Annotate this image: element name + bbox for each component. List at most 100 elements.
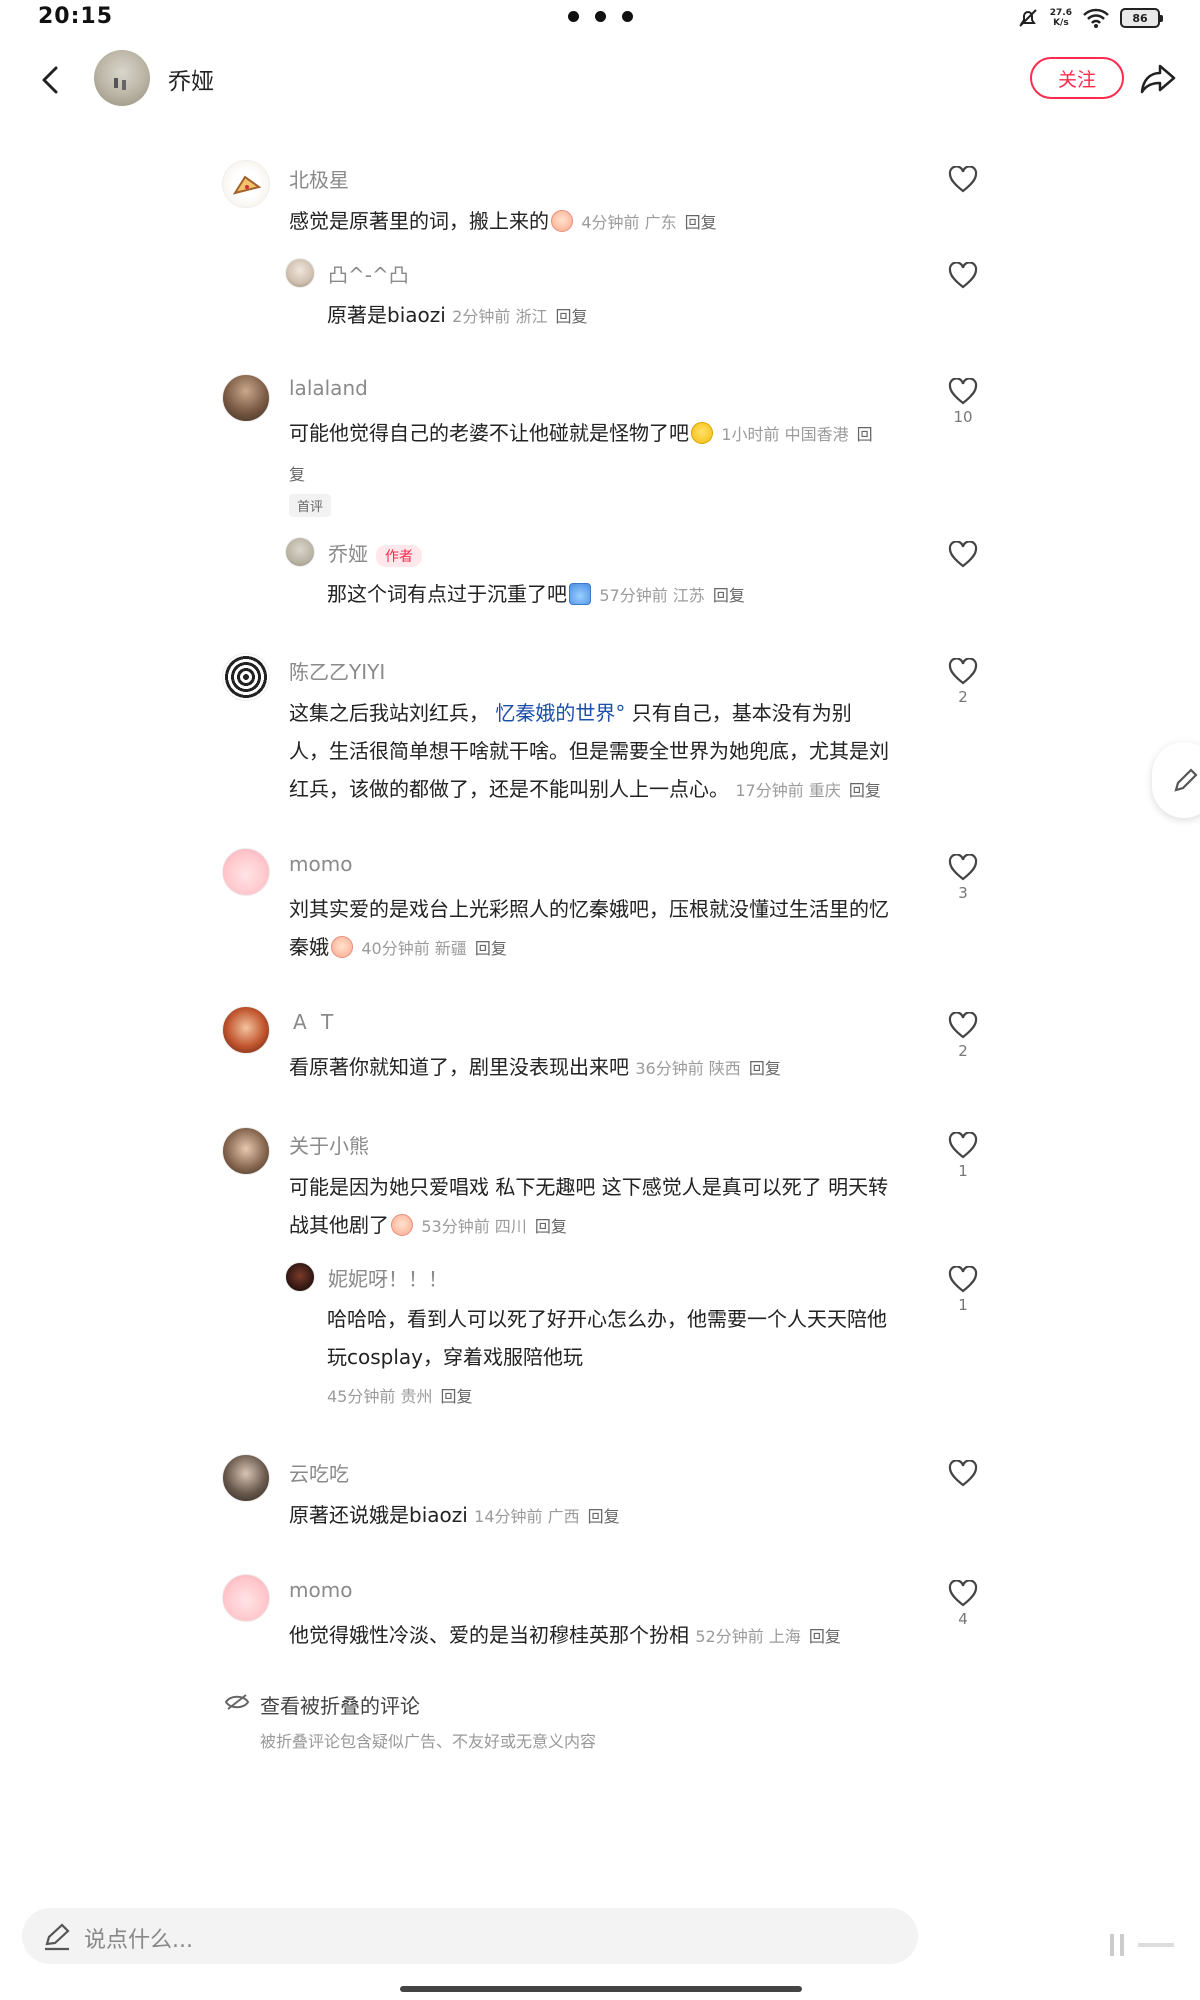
comment-text: 可能是因为她只爱唱戏 私下无趣吧 这下感觉人是真可以死了 明天转 战其他剧了 5… [289, 1175, 889, 1237]
like-button[interactable] [928, 541, 998, 569]
like-button[interactable]: 3 [928, 854, 998, 902]
comment-text: 哈哈哈，看到人可以死了好开心怎么办，他需要一个人天天陪他 玩cosplay，穿着… [327, 1307, 887, 1406]
comment-text: 可能他觉得自己的老婆不让他碰就是怪物了吧 1小时前 中国香港回 复 [289, 421, 873, 484]
like-button[interactable]: 2 [928, 1012, 998, 1060]
comment-username[interactable]: 云吃吃 [289, 1458, 349, 1487]
reply-button[interactable]: 回复 [749, 1059, 781, 1078]
like-button[interactable]: 1 [928, 1266, 998, 1314]
heart-icon [948, 1580, 978, 1607]
pen-icon [45, 1923, 70, 1951]
avatar[interactable] [222, 1454, 270, 1502]
comment-text: 感觉是原著里的词，搬上来的 4分钟前 广东 回复 [289, 209, 717, 233]
emoji-icon [551, 210, 573, 232]
reply-button[interactable]: 回复 [475, 939, 507, 958]
emoji-icon [391, 1214, 413, 1236]
comment-username[interactable]: momo [289, 852, 352, 876]
heart-icon [948, 854, 978, 881]
reply-button[interactable]: 回复 [440, 1387, 472, 1406]
emoji-icon [691, 422, 713, 444]
comment-username[interactable]: 凸^-^凸 [328, 259, 409, 288]
floating-edit-button[interactable] [1152, 742, 1200, 818]
avatar[interactable] [222, 1127, 270, 1175]
like-button[interactable]: 4 [928, 1580, 998, 1628]
avatar[interactable] [222, 1006, 270, 1054]
reply-button[interactable]: 回复 [588, 1507, 620, 1526]
follow-button[interactable]: 关注 [1030, 57, 1124, 99]
first-comment-tag: 首评 [289, 494, 332, 517]
like-count: 3 [958, 884, 968, 902]
reply-button[interactable]: 回复 [685, 213, 717, 232]
heart-icon [948, 262, 978, 289]
avatar[interactable] [285, 1262, 315, 1292]
net-speed: 27.6 K/s [1049, 8, 1072, 28]
menu-lines-icon[interactable] [1108, 1930, 1178, 1960]
pencil-icon [1174, 768, 1198, 792]
like-button[interactable] [928, 166, 998, 194]
author-avatar[interactable] [94, 50, 150, 106]
comment-username[interactable]: 乔娅 作者 [328, 538, 422, 567]
home-indicator[interactable] [400, 1986, 802, 1992]
avatar[interactable] [222, 1574, 270, 1622]
heart-icon [948, 166, 978, 193]
comment-text: 那这个词有点过于沉重了吧 57分钟前 江苏 回复 [327, 582, 745, 606]
avatar[interactable] [285, 258, 315, 288]
comment-username[interactable]: 妮妮呀！！！ [328, 1263, 448, 1292]
comment-username[interactable]: 北极星 [289, 164, 349, 193]
like-count: 2 [958, 1042, 968, 1060]
avatar[interactable] [222, 653, 270, 701]
reply-button[interactable]: 回复 [535, 1217, 567, 1236]
comment-text: 他觉得娥性冷淡、爱的是当初穆桂英那个扮相 52分钟前 上海 回复 [289, 1623, 841, 1647]
comment-text: 看原著你就知道了，剧里没表现出来吧 36分钟前 陕西 回复 [289, 1055, 781, 1079]
avatar[interactable] [222, 374, 270, 422]
comment-text: 原著是biaozi 2分钟前 浙江 回复 [327, 303, 588, 327]
emoji-icon [569, 583, 591, 605]
hidden-eye-icon [224, 1694, 250, 1710]
author-tag: 作者 [376, 544, 422, 567]
input-placeholder: 说点什么... [84, 1928, 193, 1953]
reply-button[interactable]: 回复 [713, 586, 745, 605]
status-time: 20:15 [38, 4, 114, 29]
comment-text: 原著还说娥是biaozi 14分钟前 广西 回复 [289, 1503, 620, 1527]
avatar[interactable] [222, 848, 270, 896]
share-icon[interactable] [1138, 60, 1178, 96]
like-button[interactable] [928, 262, 998, 290]
status-bar: 20:15 27.6 K/s 86 [0, 0, 1200, 36]
comment-text: 刘其实爱的是戏台上光彩照人的忆秦娥吧，压根就没懂过生活里的忆 秦娥 40分钟前 … [289, 897, 889, 959]
comment-input[interactable]: 说点什么... [22, 1908, 918, 1964]
comment-username[interactable]: momo [289, 1578, 352, 1602]
avatar[interactable] [222, 160, 270, 208]
heart-icon [948, 541, 978, 568]
topic-link[interactable]: 忆秦娥的世界 [495, 701, 615, 725]
heart-icon [948, 1132, 978, 1159]
like-button[interactable]: 2 [928, 658, 998, 706]
status-icons: 27.6 K/s 86 [1016, 6, 1163, 30]
comment-username[interactable]: 陈乙乙YIYI [289, 656, 385, 685]
like-count: 1 [958, 1162, 968, 1180]
like-button[interactable]: 10 [928, 378, 998, 426]
heart-icon [948, 378, 978, 405]
folded-title[interactable]: 查看被折叠的评论 [260, 1690, 420, 1719]
more-dots-icon [568, 11, 633, 22]
wifi-icon [1083, 8, 1109, 28]
reply-button[interactable]: 回复 [555, 307, 587, 326]
mute-bell-icon [1019, 9, 1037, 27]
like-button[interactable]: 1 [928, 1132, 998, 1180]
comment-username[interactable]: A T [293, 1010, 337, 1034]
comment-username[interactable]: 关于小熊 [289, 1130, 369, 1159]
heart-icon [948, 658, 978, 685]
like-count: 10 [953, 408, 973, 426]
reply-button[interactable]: 回复 [849, 781, 881, 800]
like-count: 4 [958, 1610, 968, 1628]
comment-text: 这集之后我站刘红兵， 忆秦娥的世界° 只有自己，基本没有为别 人，生活很简单想干… [289, 701, 889, 801]
comment-username[interactable]: lalaland [289, 376, 368, 400]
reply-button[interactable]: 回 [857, 425, 873, 444]
heart-icon [948, 1460, 978, 1487]
heart-icon [948, 1266, 978, 1293]
author-name[interactable]: 乔娅 [168, 62, 214, 96]
back-arrow-icon[interactable] [36, 60, 66, 100]
avatar[interactable] [285, 537, 315, 567]
reply-button[interactable]: 回复 [809, 1627, 841, 1646]
like-button[interactable] [928, 1460, 998, 1488]
emoji-icon [331, 936, 353, 958]
folded-subtitle: 被折叠评论包含疑似广告、不友好或无意义内容 [260, 1732, 597, 1751]
